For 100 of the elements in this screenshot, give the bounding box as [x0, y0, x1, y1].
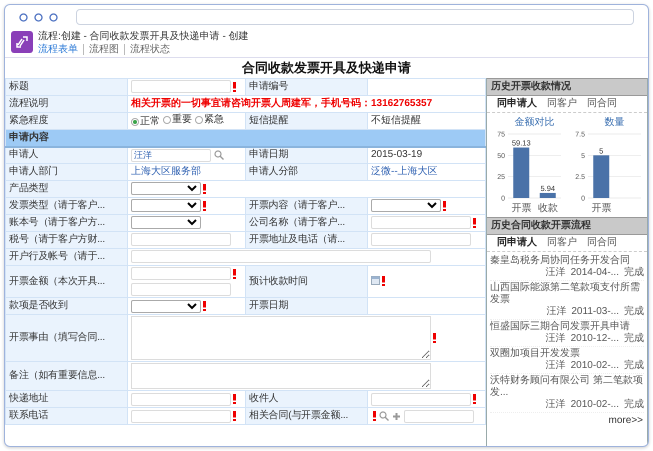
- process-date: 2014-04-...: [570, 267, 619, 279]
- tab[interactable]: 同申请人: [497, 237, 537, 249]
- process-link[interactable]: 恒盛国际三期合同发票开具申请: [490, 321, 644, 333]
- input-field[interactable]: [131, 250, 431, 264]
- process-status: 完成: [624, 306, 644, 318]
- select-field[interactable]: [131, 300, 201, 313]
- logo-icon: [11, 31, 33, 53]
- process-status: 完成: [624, 267, 644, 279]
- radio-button[interactable]: [195, 116, 203, 124]
- field-label: 收件人: [246, 390, 368, 408]
- field-label: 税号（请于客户方财...: [6, 232, 128, 248]
- input-field[interactable]: [131, 410, 231, 423]
- field-label: 账本号（请于客户方...: [6, 214, 128, 232]
- process-link[interactable]: 双圈加项目开发发票: [490, 348, 644, 360]
- input-field[interactable]: [131, 267, 231, 280]
- field-label: 申请人部门: [6, 164, 128, 180]
- field-label: 预计收款时间: [246, 266, 368, 298]
- field-label: 申请人分部: [246, 164, 368, 180]
- input-field[interactable]: [371, 233, 471, 246]
- field-label: 申请编号: [246, 78, 368, 96]
- axis-label: 收款: [538, 203, 558, 214]
- calendar-icon[interactable]: [371, 276, 380, 286]
- process-link[interactable]: 沃特财务顾问有限公司 第二笔款项发...: [490, 375, 644, 399]
- field-value: 2015-03-19: [371, 149, 422, 160]
- select-field[interactable]: [371, 199, 441, 212]
- axis-label: 开票: [591, 203, 612, 214]
- radio-label: 重要: [172, 114, 192, 126]
- process-link[interactable]: 山西国际能源第二笔款项支付所需发票: [490, 282, 644, 306]
- add-icon[interactable]: [392, 412, 401, 421]
- field-label: 公司名称（请于客户...: [246, 214, 368, 232]
- process-person: 汪洋: [546, 306, 566, 318]
- radio-button[interactable]: [163, 116, 171, 124]
- field-label: 款项是否收到: [6, 298, 128, 315]
- field-label: 开票地址及电话（请...: [246, 232, 368, 248]
- chart-bar: [593, 155, 610, 198]
- select-field[interactable]: [131, 199, 201, 212]
- tab[interactable]: 流程表单: [38, 44, 83, 55]
- process-status: 完成: [624, 333, 644, 345]
- field-label: 标题: [6, 78, 128, 96]
- chart-title: 数量: [604, 117, 624, 128]
- process-status: 完成: [624, 360, 644, 372]
- field-label: 开票内容（请于客户...: [246, 198, 368, 214]
- search-icon[interactable]: [214, 150, 224, 160]
- chart-bar: [540, 192, 556, 198]
- select-field[interactable]: [131, 216, 201, 230]
- input-field[interactable]: [131, 80, 231, 94]
- tab[interactable]: 流程状态: [124, 44, 175, 55]
- field-label: 联系电话: [6, 408, 128, 425]
- notice-text: 相关开票的一切事宜请咨询开票人周建军，手机号码：13162765357: [131, 98, 432, 109]
- search-icon[interactable]: [379, 411, 389, 422]
- window-dot-icon: [34, 12, 43, 22]
- process-person: 汪洋: [546, 399, 566, 411]
- more-link[interactable]: more>>: [487, 415, 647, 427]
- address-field[interactable]: [76, 9, 634, 25]
- tab[interactable]: 流程图: [83, 44, 124, 55]
- field-label: 流程说明: [6, 96, 128, 112]
- field-label: 发票类型（请于客户...: [6, 198, 128, 214]
- process-date: 2010-02-...: [570, 360, 619, 372]
- tab[interactable]: 同合同: [587, 98, 617, 110]
- chart-bar: [513, 148, 530, 198]
- process-link[interactable]: 秦皇岛税务局协同任务开发合同: [490, 255, 644, 267]
- tab[interactable]: 同申请人: [497, 98, 537, 110]
- process-status: 完成: [624, 399, 644, 411]
- process-person: 汪洋: [546, 333, 566, 345]
- field-label: 相关合同(与开票金额...: [246, 408, 368, 425]
- process-person: 汪洋: [546, 360, 566, 372]
- input-field[interactable]: [131, 392, 231, 406]
- input-field[interactable]: [131, 283, 231, 296]
- field-value: 不短信提醒: [371, 115, 421, 126]
- input-field[interactable]: [371, 392, 471, 406]
- window-dot-icon: [49, 12, 58, 22]
- tab[interactable]: 同合同: [587, 237, 617, 249]
- input-field[interactable]: [131, 233, 231, 246]
- field-label: 快递地址: [6, 390, 128, 408]
- axis-label: 开票: [511, 203, 532, 214]
- field-label: 短信提醒: [246, 112, 368, 130]
- process-date: 2011-03-...: [571, 306, 619, 318]
- form-title: 合同收款发票开具及快递申请: [240, 59, 412, 77]
- field-label: 开票日期: [246, 298, 368, 315]
- radio-label: 正常: [140, 116, 160, 128]
- section-header: 申请内容: [6, 130, 486, 146]
- field-label: 备注（如有重要信息...: [6, 362, 128, 391]
- text-area[interactable]: [131, 363, 431, 390]
- input-field[interactable]: [404, 410, 474, 423]
- select-field[interactable]: [131, 182, 201, 196]
- process-date: 2010-12-...: [570, 333, 619, 345]
- input-field[interactable]: 汪洋: [131, 148, 211, 162]
- field-label: 紧急程度: [6, 112, 128, 130]
- radio-button[interactable]: [131, 118, 139, 126]
- panel-header: 历史开票收款情况: [487, 78, 647, 96]
- input-field[interactable]: [371, 216, 471, 230]
- window-dot-icon: [19, 12, 28, 22]
- process-date: 2010-02-...: [570, 399, 619, 411]
- field-label: 开户行及帐号（请于...: [6, 248, 128, 266]
- tab[interactable]: 同客户: [547, 237, 577, 249]
- page-title: 流程:创建 - 合同收款发票开具及快递申请 - 创建: [38, 31, 249, 43]
- field-label: 产品类型: [6, 180, 128, 198]
- panel-header: 历史合同收款开票流程: [487, 217, 647, 235]
- radio-label: 紧急: [204, 114, 224, 126]
- tab[interactable]: 同客户: [547, 98, 577, 110]
